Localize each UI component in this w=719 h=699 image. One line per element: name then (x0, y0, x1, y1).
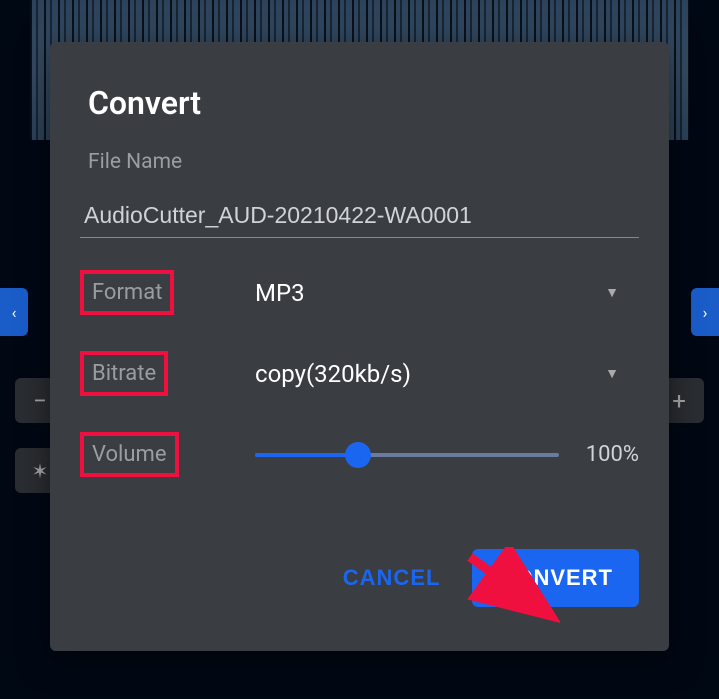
dialog-title: Convert (88, 84, 639, 122)
format-dropdown[interactable]: MP3 ▼ (205, 271, 639, 315)
chevron-right-icon: › (703, 303, 708, 322)
file-name-label: File Name (88, 150, 639, 174)
convert-button[interactable]: CONVERT (472, 549, 639, 607)
volume-row: Volume 100% (80, 432, 639, 477)
chevron-left-icon: ‹ (12, 303, 17, 322)
nav-prev-button[interactable]: ‹ (0, 288, 28, 336)
volume-slider[interactable] (255, 453, 559, 457)
cancel-button[interactable]: CANCEL (333, 551, 451, 605)
convert-dialog: Convert File Name Format MP3 ▼ Bitrate c… (50, 42, 669, 651)
bitrate-dropdown[interactable]: copy(320kb/s) ▼ (205, 352, 639, 396)
file-name-input[interactable] (80, 194, 639, 238)
volume-value: 100% (579, 442, 639, 467)
bitrate-row: Bitrate copy(320kb/s) ▼ (80, 351, 639, 396)
chevron-down-icon: ▼ (605, 365, 619, 382)
gear-icon: ✶ (32, 459, 49, 483)
volume-label: Volume (80, 432, 179, 477)
format-label: Format (80, 270, 174, 315)
bitrate-label: Bitrate (80, 351, 168, 396)
format-row: Format MP3 ▼ (80, 270, 639, 315)
plus-icon: + (672, 387, 686, 415)
slider-fill (255, 453, 358, 457)
format-value: MP3 (255, 279, 305, 307)
bitrate-value: copy(320kb/s) (255, 360, 411, 388)
slider-thumb[interactable] (345, 442, 371, 468)
chevron-down-icon: ▼ (605, 284, 619, 301)
minus-icon: − (33, 387, 47, 415)
dialog-actions: CANCEL CONVERT (80, 549, 639, 607)
nav-next-button[interactable]: › (691, 288, 719, 336)
